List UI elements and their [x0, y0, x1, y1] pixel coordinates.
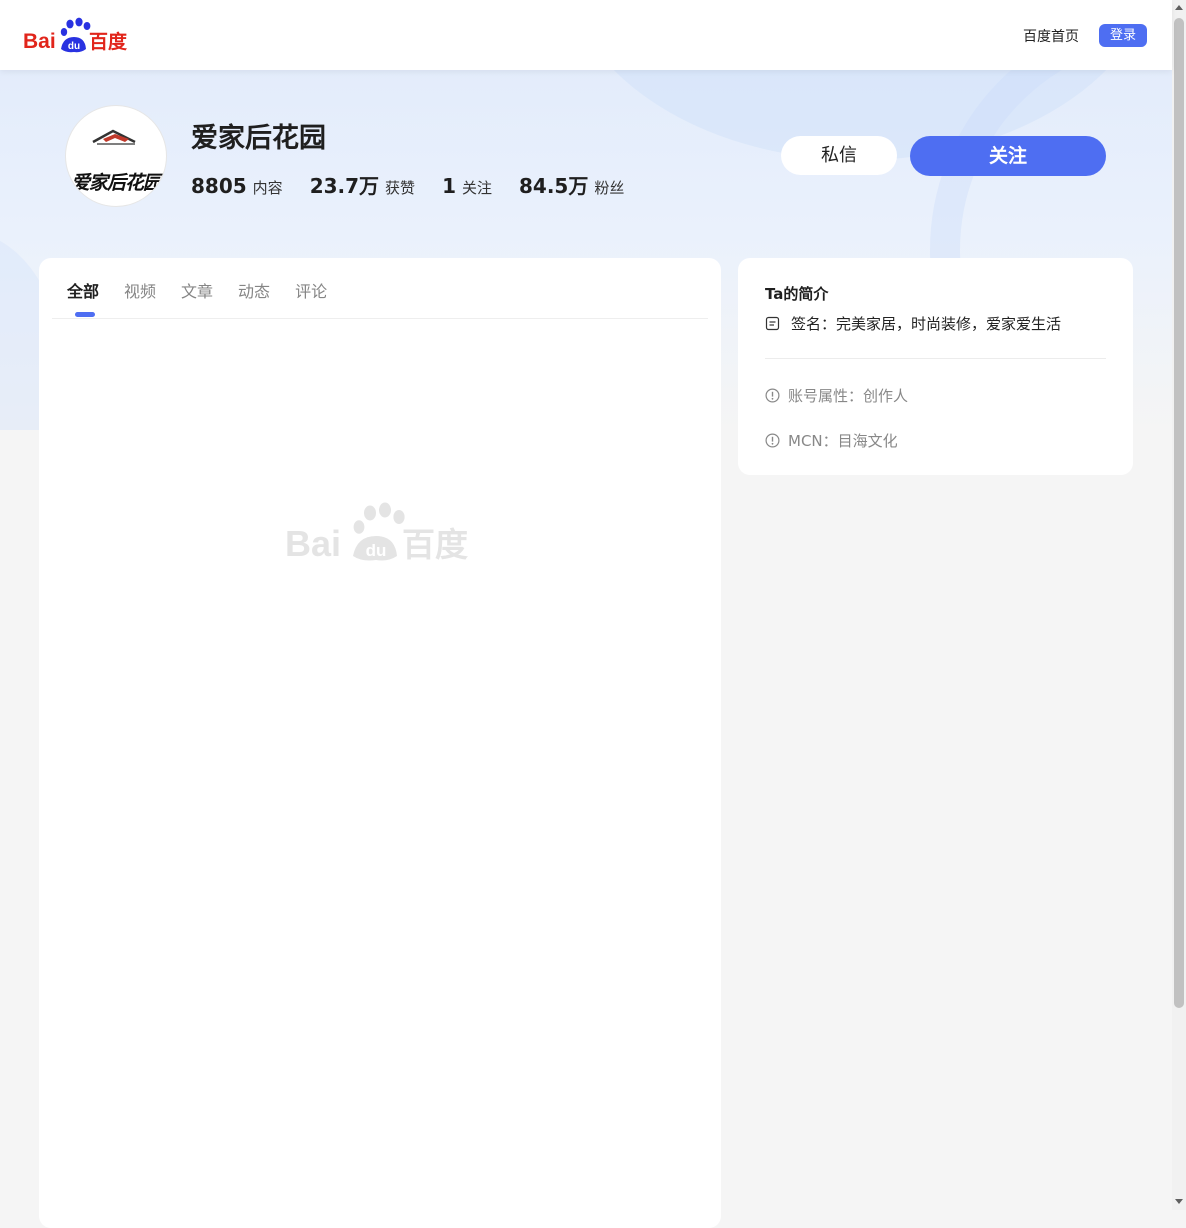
login-button[interactable]: 登录 [1099, 24, 1147, 47]
logo-du-text: du [68, 41, 80, 52]
stat-label: 关注 [461, 179, 492, 197]
scroll-down-arrow-icon[interactable] [1175, 1199, 1183, 1204]
stat-fans[interactable]: 84.5万 粉丝 [519, 170, 624, 199]
mcn-text: MCN：目海文化 [788, 432, 898, 450]
intro-divider [765, 358, 1106, 359]
stat-value: 1 [442, 174, 456, 198]
stat-label: 内容 [252, 179, 283, 197]
baidu-logo[interactable]: du Bai 百度 [23, 16, 129, 54]
stat-value: 8805 [191, 174, 247, 198]
tab-article[interactable]: 文章 [181, 278, 213, 302]
content-tabs: 全部 视频 文章 动态 评论 [67, 278, 352, 317]
info-icon [765, 388, 780, 403]
house-roof-icon [92, 129, 136, 145]
stat-label: 粉丝 [594, 179, 625, 197]
vertical-scrollbar[interactable] [1172, 0, 1186, 1210]
baidu-home-link[interactable]: 百度首页 [1023, 26, 1079, 46]
account-type-text: 账号属性：创作人 [788, 387, 909, 405]
profile-name: 爱家后花园 [191, 123, 326, 154]
placeholder-baidu-cn-text: 百度 [402, 525, 468, 564]
account-type-row: 账号属性：创作人 [765, 385, 908, 406]
stat-likes: 23.7万 获赞 [310, 170, 415, 199]
intro-title: Ta的简介 [765, 285, 829, 303]
tab-dynamic[interactable]: 动态 [238, 278, 270, 302]
follow-button[interactable]: 关注 [910, 136, 1106, 176]
info-icon [765, 433, 780, 448]
content-feed-card: 全部 视频 文章 动态 评论 du Bai 百度 [39, 258, 721, 1228]
scrollbar-thumb[interactable] [1174, 18, 1184, 1008]
stat-label: 获赞 [385, 179, 416, 197]
profile-stats: 8805 内容 23.7万 获赞 1 关注 84.5万 粉丝 [191, 170, 651, 199]
avatar-text: 爱家后花园 [70, 172, 162, 194]
tab-divider [52, 318, 708, 319]
placeholder-du-text: du [366, 541, 387, 560]
stat-value: 23.7万 [309, 174, 380, 198]
tab-comment[interactable]: 评论 [295, 278, 327, 302]
tab-video[interactable]: 视频 [124, 278, 156, 302]
stat-following[interactable]: 1 关注 [442, 174, 492, 198]
avatar[interactable]: 爱家后花园 [65, 105, 167, 207]
signature-text: 签名：完美家居，时尚装修，爱家爱生活 [791, 315, 1062, 333]
document-icon [765, 316, 780, 331]
private-message-button[interactable]: 私信 [781, 136, 897, 175]
intro-card: Ta的简介 签名：完美家居，时尚装修，爱家爱生活 账号属性：创作人 MCN：目海… [738, 258, 1133, 475]
loading-baidu-logo: du Bai 百度 [285, 502, 468, 564]
logo-baidu-cn-text: 百度 [89, 30, 128, 53]
logo-bai-text: Bai [23, 30, 56, 53]
scroll-up-arrow-icon[interactable] [1175, 5, 1183, 10]
stat-content[interactable]: 8805 内容 [191, 174, 283, 198]
placeholder-bai-text: Bai [285, 523, 341, 564]
mcn-row: MCN：目海文化 [765, 430, 898, 451]
tab-all[interactable]: 全部 [67, 278, 99, 317]
stat-value: 84.5万 [519, 174, 589, 198]
signature-row: 签名：完美家居，时尚装修，爱家爱生活 [765, 313, 1061, 334]
top-navigation-bar: du Bai 百度 百度首页 登录 [0, 0, 1172, 70]
